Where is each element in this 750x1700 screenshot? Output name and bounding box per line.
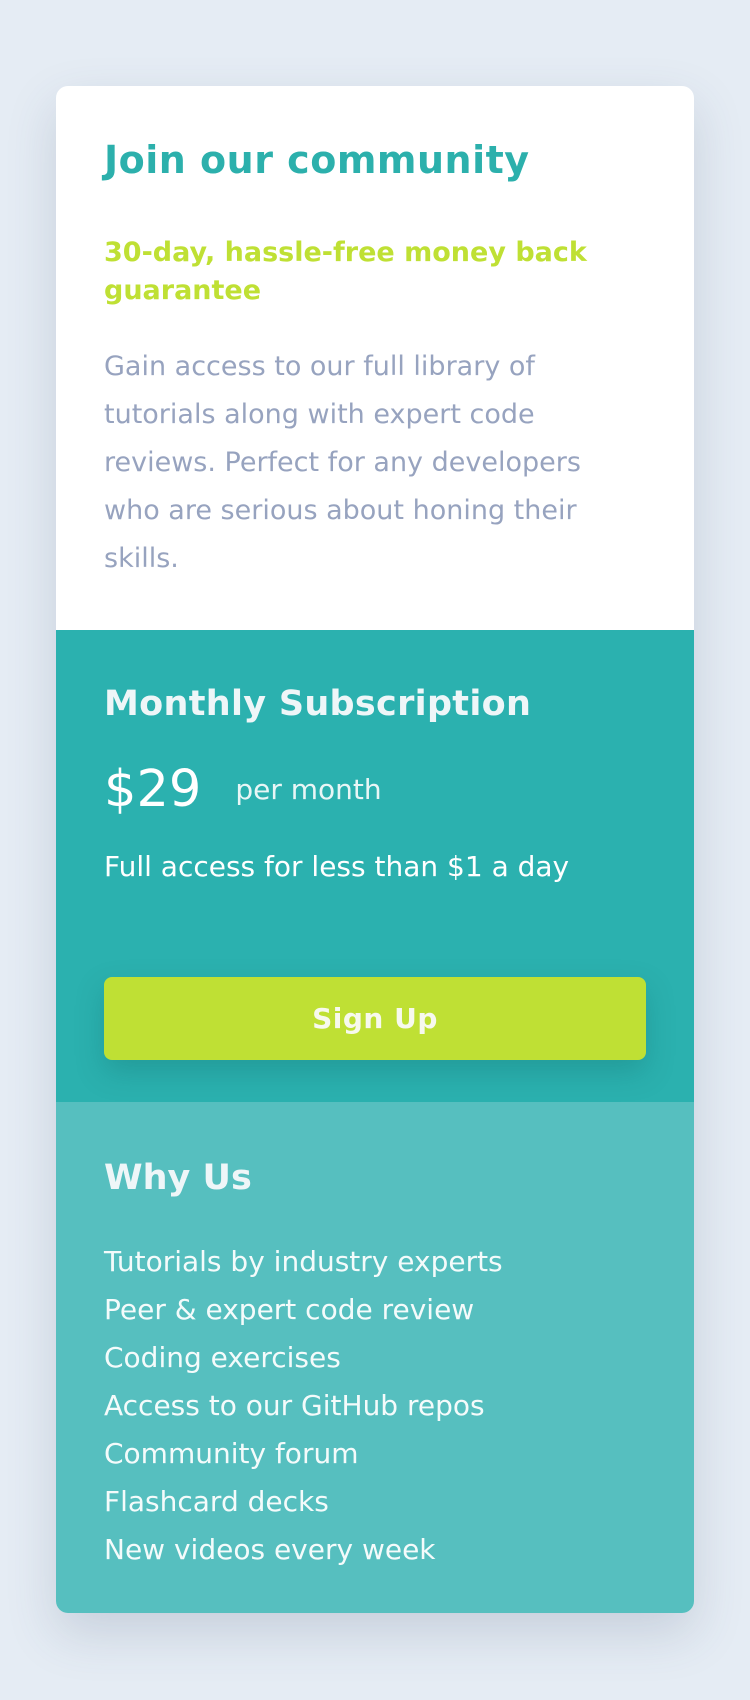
intro-description: Gain access to our full library of tutor… xyxy=(104,351,581,574)
access-note: Full access for less than $1 a day xyxy=(104,850,570,883)
price-row: $29 per month xyxy=(104,754,382,826)
feature-item: Peer & expert code review xyxy=(104,1293,475,1326)
feature-item: Flashcard decks xyxy=(104,1485,329,1518)
subscription-section: Monthly Subscription $29 per month Full … xyxy=(56,630,694,1102)
why-us-section: Why Us Tutorials by industry experts Pee… xyxy=(56,1102,694,1613)
page-title: Join our community xyxy=(104,138,530,182)
feature-list: Tutorials by industry experts Peer & exp… xyxy=(104,1238,503,1574)
feature-item: Community forum xyxy=(104,1437,359,1470)
feature-item: Access to our GitHub repos xyxy=(104,1389,485,1422)
pricing-card: Join our community 30-day, hassle-free m… xyxy=(56,86,694,1613)
subscription-title: Monthly Subscription xyxy=(104,684,532,724)
feature-item: Coding exercises xyxy=(104,1341,341,1374)
feature-item: Tutorials by industry experts xyxy=(104,1245,503,1278)
price-amount: $29 xyxy=(104,760,202,819)
sign-up-button[interactable]: Sign Up xyxy=(104,977,646,1060)
feature-item: New videos every week xyxy=(104,1533,436,1566)
intro-section: Join our community 30-day, hassle-free m… xyxy=(56,86,694,630)
why-us-title: Why Us xyxy=(104,1158,252,1198)
price-period: per month xyxy=(235,773,382,806)
guarantee-heading: 30-day, hassle-free money back guarantee xyxy=(104,237,587,306)
